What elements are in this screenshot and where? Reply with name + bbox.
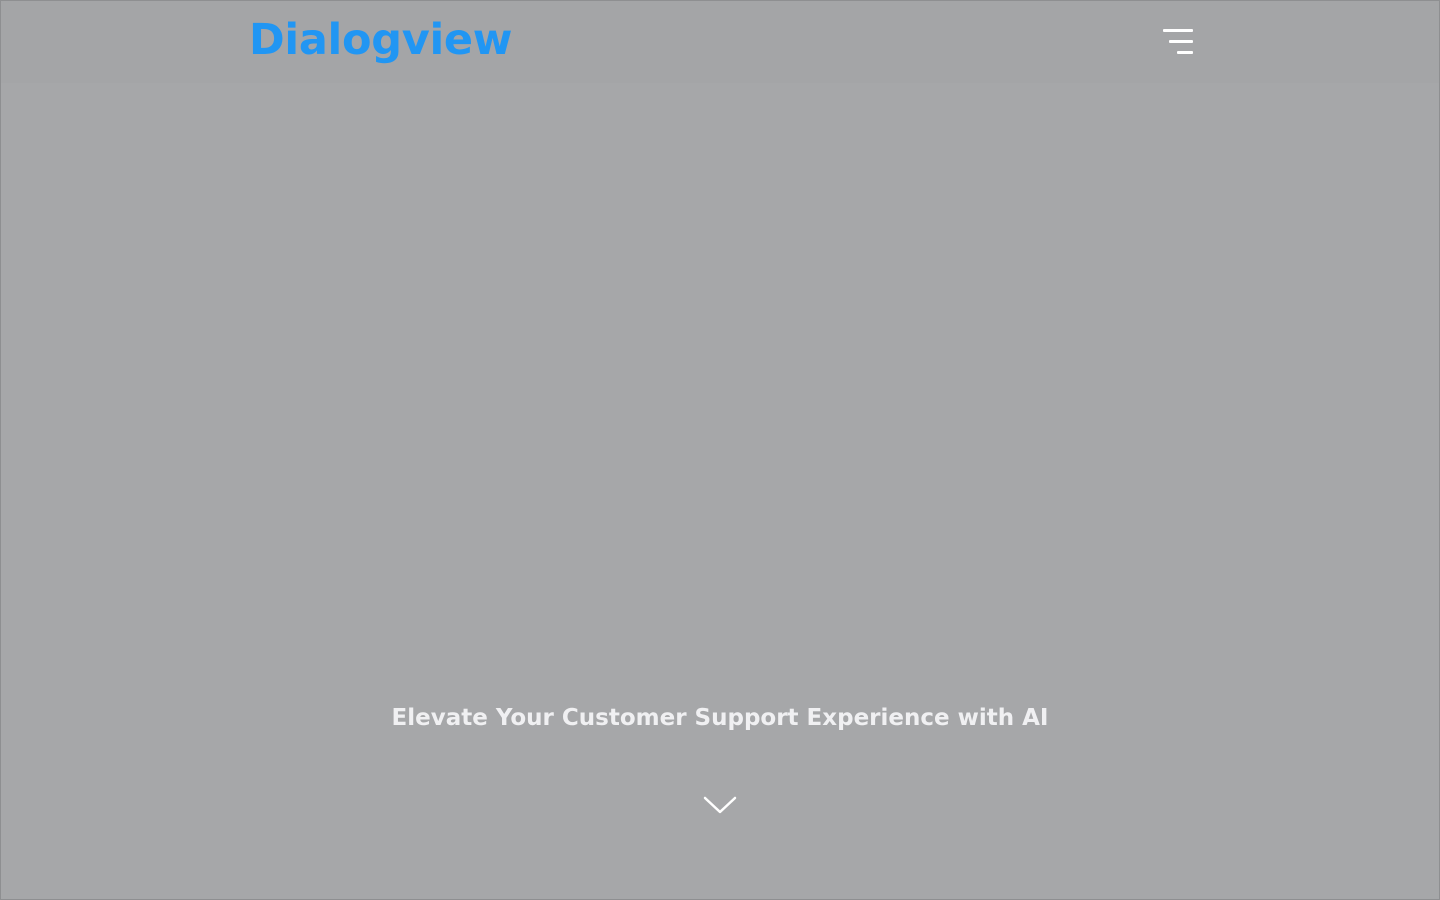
hamburger-menu-icon[interactable] (1159, 25, 1197, 61)
menu-bar-bottom (1177, 51, 1193, 54)
menu-bar-top (1163, 29, 1193, 32)
site-header: Dialogview (1, 1, 1439, 83)
menu-bar-middle (1169, 40, 1193, 43)
chevron-down-icon[interactable] (700, 790, 740, 820)
hero-title: Elevate Your Customer Support Experience… (391, 705, 1049, 731)
brand-logo[interactable]: Dialogview (249, 14, 512, 66)
page-frame (0, 0, 1440, 900)
